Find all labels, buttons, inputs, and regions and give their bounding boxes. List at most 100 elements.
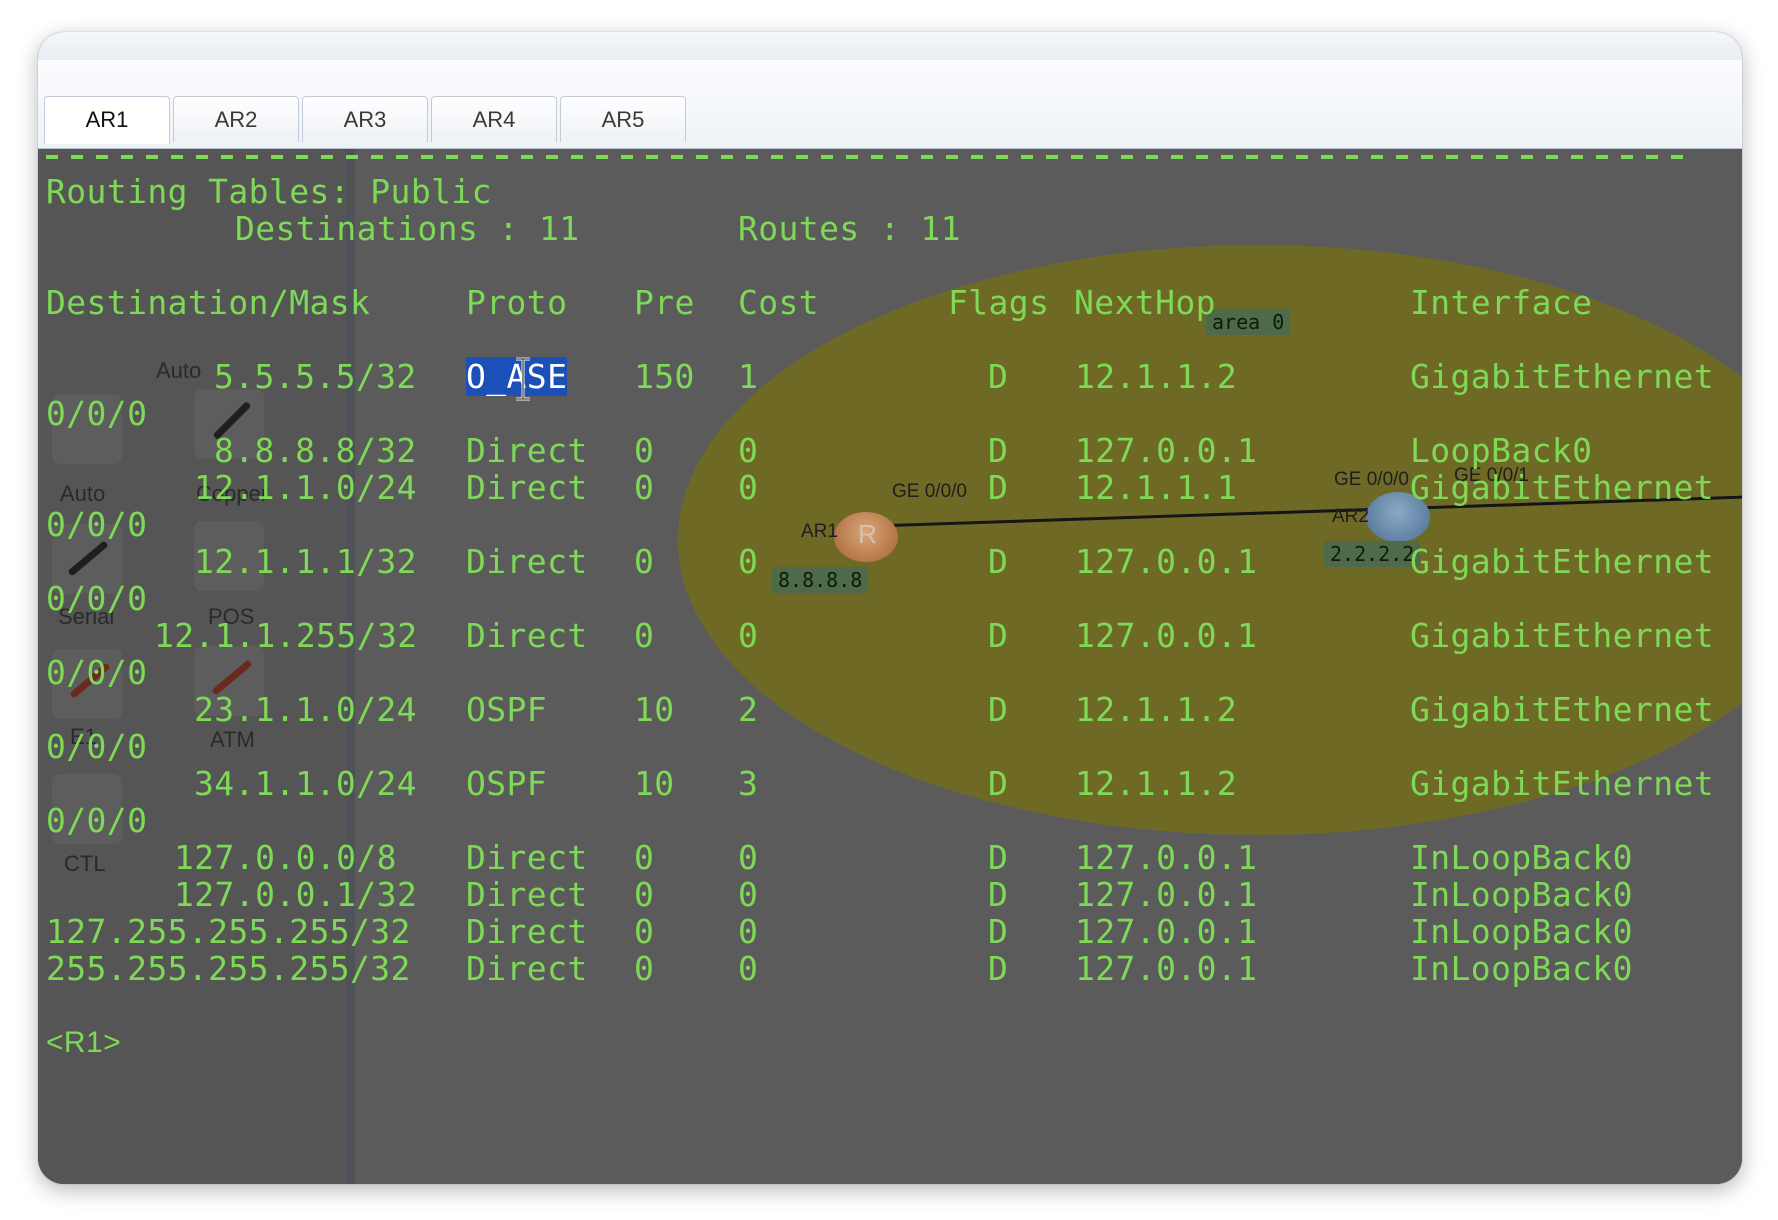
table-row-proto: Direct xyxy=(466,949,588,988)
tab-ar1[interactable]: AR1 xyxy=(44,96,170,144)
table-row-interface-wrap: 0/0/0 xyxy=(46,727,148,766)
table-row-pre: 0 xyxy=(634,875,655,914)
table-row-interface: GigabitEthernet xyxy=(1410,616,1715,655)
table-row-dest: 127.255.255.255/32 xyxy=(46,912,411,951)
table-row-flags: D xyxy=(988,542,1009,581)
table-row-dest: 8.8.8.8/32 xyxy=(214,431,417,470)
header-pre: Pre xyxy=(634,283,695,322)
table-row-nexthop: 127.0.0.1 xyxy=(1075,949,1258,988)
table-row-dest: 12.1.1.0/24 xyxy=(194,468,417,507)
table-row-cost: 0 xyxy=(738,912,759,951)
table-row-interface: LoopBack0 xyxy=(1410,431,1593,470)
table-row-proto: Direct xyxy=(466,431,588,470)
header-flags: Flags xyxy=(948,283,1050,322)
table-row-flags: D xyxy=(988,838,1009,877)
table-row-dest: 23.1.1.0/24 xyxy=(194,690,417,729)
table-row-interface-wrap: 0/0/0 xyxy=(46,394,148,433)
table-row-proto: Direct xyxy=(466,875,588,914)
table-row-nexthop: 12.1.1.2 xyxy=(1075,357,1238,396)
console-area[interactable]: Auto Auto Copper Serial POS E1 ATM CTL a… xyxy=(38,149,1742,1184)
table-row-pre: 0 xyxy=(634,949,655,988)
table-row-pre: 150 xyxy=(634,357,695,396)
table-row-interface: InLoopBack0 xyxy=(1410,912,1633,951)
header-destination: Destination/Mask xyxy=(46,283,371,322)
table-row-proto: Direct xyxy=(466,468,588,507)
table-row-flags: D xyxy=(988,431,1009,470)
table-row-nexthop: 12.1.1.2 xyxy=(1075,764,1238,803)
table-row-dest: 12.1.1.1/32 xyxy=(194,542,417,581)
table-row-dest: 34.1.1.0/24 xyxy=(194,764,417,803)
table-row-proto: Direct xyxy=(466,912,588,951)
table-row-proto: OSPF xyxy=(466,764,548,803)
header-cost: Cost xyxy=(738,283,820,322)
table-row-proto: Direct xyxy=(466,838,588,877)
table-row-cost: 0 xyxy=(738,616,759,655)
table-row-flags: D xyxy=(988,468,1009,507)
table-row-interface-wrap: 0/0/0 xyxy=(46,579,148,618)
table-row-flags: D xyxy=(988,616,1009,655)
table-row-flags: D xyxy=(988,357,1009,396)
table-row-nexthop: 12.1.1.1 xyxy=(1075,468,1238,507)
tab-ar3[interactable]: AR3 xyxy=(302,96,428,142)
table-row-interface-wrap: 0/0/0 xyxy=(46,801,148,840)
tab-ar5[interactable]: AR5 xyxy=(560,96,686,142)
table-row-pre: 10 xyxy=(634,764,675,803)
table-row-nexthop: 127.0.0.1 xyxy=(1075,542,1258,581)
routing-table-title: Routing Tables: Public xyxy=(46,172,492,211)
table-row-interface: GigabitEthernet xyxy=(1410,357,1715,396)
table-row-dest: 12.1.1.255/32 xyxy=(154,616,418,655)
tab-ar2[interactable]: AR2 xyxy=(173,96,299,142)
table-row-pre: 0 xyxy=(634,838,655,877)
table-row-dest: 127.0.0.0/8 xyxy=(174,838,397,877)
device-tab-bar: AR1 AR2 AR3 AR4 AR5 xyxy=(38,60,1742,149)
table-row-pre: 0 xyxy=(634,468,655,507)
table-row-cost: 0 xyxy=(738,468,759,507)
table-row-cost: 3 xyxy=(738,764,759,803)
table-row-cost: 0 xyxy=(738,875,759,914)
table-row-nexthop: 127.0.0.1 xyxy=(1075,875,1258,914)
table-row-cost: 2 xyxy=(738,690,759,729)
table-row-pre: 0 xyxy=(634,542,655,581)
table-row-nexthop: 127.0.0.1 xyxy=(1075,838,1258,877)
table-row-proto: OSPF xyxy=(466,690,548,729)
table-row-nexthop: 127.0.0.1 xyxy=(1075,431,1258,470)
title-bar xyxy=(38,32,1742,60)
table-row-interface: GigabitEthernet xyxy=(1410,468,1715,507)
table-row-interface: InLoopBack0 xyxy=(1410,875,1633,914)
table-row-flags: D xyxy=(988,690,1009,729)
table-row-flags: D xyxy=(988,912,1009,951)
table-row-interface: GigabitEthernet xyxy=(1410,690,1715,729)
table-row-proto: Direct xyxy=(466,542,588,581)
table-row-flags: D xyxy=(988,949,1009,988)
table-row-interface: GigabitEthernet xyxy=(1410,764,1715,803)
table-row-cost: 1 xyxy=(738,357,759,396)
table-row-cost: 0 xyxy=(738,542,759,581)
table-row-pre: 0 xyxy=(634,912,655,951)
table-row-interface: InLoopBack0 xyxy=(1410,838,1633,877)
table-row-dest: 5.5.5.5/32 xyxy=(214,357,417,396)
tab-ar4[interactable]: AR4 xyxy=(431,96,557,142)
cli-prompt[interactable]: <R1> xyxy=(46,1023,121,1063)
table-row-pre: 10 xyxy=(634,690,675,729)
table-row-dest: 255.255.255.255/32 xyxy=(46,949,411,988)
table-row-dest: 127.0.0.1/32 xyxy=(174,875,418,914)
table-row-interface: InLoopBack0 xyxy=(1410,949,1633,988)
terminal-window: AR1 AR2 AR3 AR4 AR5 Auto Auto Copper Ser… xyxy=(38,32,1742,1184)
destinations-count: Destinations : 11 xyxy=(235,209,580,248)
header-nexthop: NextHop xyxy=(1074,283,1216,322)
table-row-proto: Direct xyxy=(466,616,588,655)
table-row-pre: 0 xyxy=(634,431,655,470)
table-row-flags: D xyxy=(988,764,1009,803)
table-row-cost: 0 xyxy=(738,431,759,470)
table-row-flags: D xyxy=(988,875,1009,914)
separator-dashes xyxy=(46,155,1696,159)
header-proto: Proto xyxy=(466,283,568,322)
table-row-interface: GigabitEthernet xyxy=(1410,542,1715,581)
table-row-cost: 0 xyxy=(738,838,759,877)
table-row-nexthop: 127.0.0.1 xyxy=(1075,912,1258,951)
table-row-pre: 0 xyxy=(634,616,655,655)
table-row-nexthop: 127.0.0.1 xyxy=(1075,616,1258,655)
routing-table-output: Routing Tables: Public Destinations : 11… xyxy=(38,149,1742,1184)
table-row-cost: 0 xyxy=(738,949,759,988)
header-interface: Interface xyxy=(1410,283,1593,322)
